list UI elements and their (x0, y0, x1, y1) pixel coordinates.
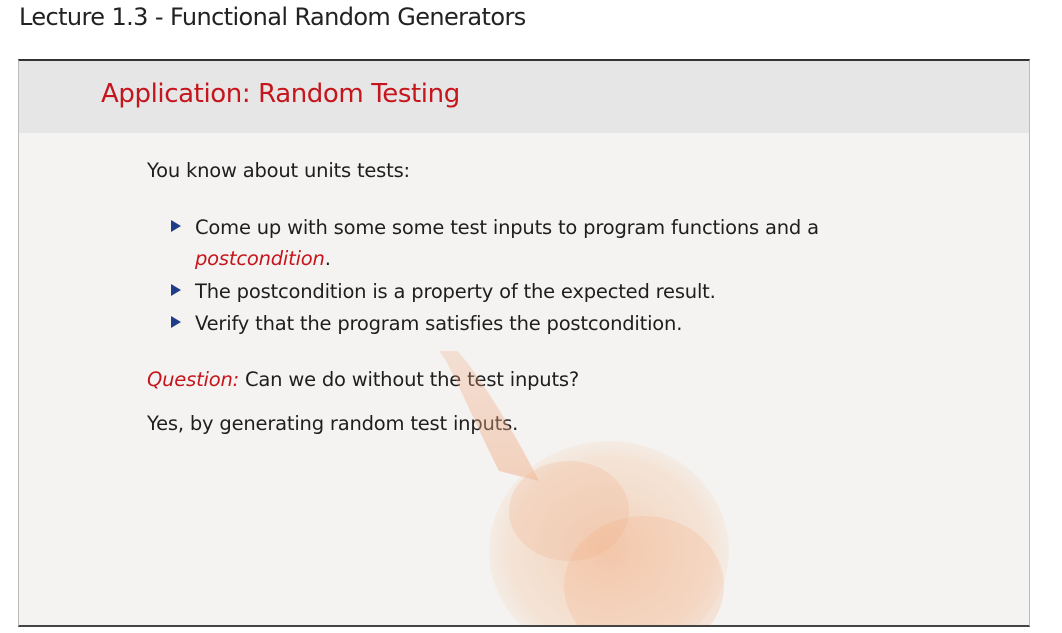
bullet-continuation-tail: . (324, 247, 331, 270)
intro-text: You know about units tests: (147, 159, 410, 182)
pointing-hand-icon (439, 351, 729, 625)
triangle-bullet-icon (171, 316, 181, 328)
bullet-text: The postcondition is a property of the e… (195, 280, 716, 303)
question-label: Question: (147, 368, 239, 391)
question-line: Question: Can we do without the test inp… (147, 368, 579, 391)
bullet-text: Verify that the program satisfies the po… (195, 312, 683, 335)
page-title: Lecture 1.3 - Functional Random Generato… (19, 3, 526, 31)
bullet-continuation: postcondition. (195, 247, 331, 270)
bullet-text: Come up with some some test inputs to pr… (195, 216, 819, 239)
postcondition-term: postcondition (195, 247, 325, 270)
video-player[interactable]: Application: Random Testing You know abo… (18, 59, 1030, 627)
question-text: Can we do without the test inputs? (245, 368, 579, 391)
triangle-bullet-icon (171, 284, 181, 296)
slide-header: Application: Random Testing (19, 61, 1029, 133)
triangle-bullet-icon (171, 220, 181, 232)
answer-text: Yes, by generating random test inputs. (147, 412, 519, 435)
slide-title: Application: Random Testing (101, 79, 460, 109)
